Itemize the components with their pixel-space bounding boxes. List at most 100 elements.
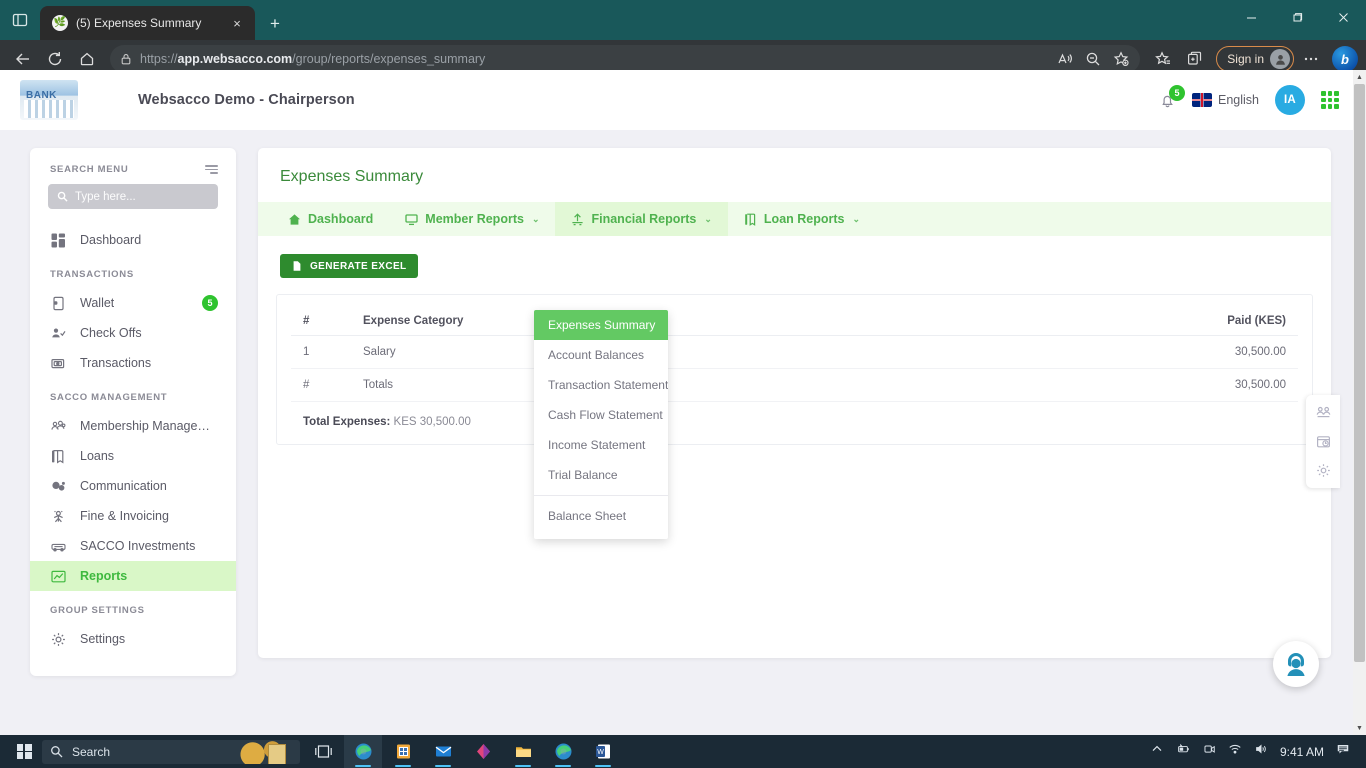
dropdown-item-income-statement[interactable]: Income Statement <box>534 430 668 460</box>
toolbar-row: GENERATE EXCEL <box>258 236 1331 294</box>
bing-chat-icon[interactable]: b <box>1332 46 1358 72</box>
new-tab-button[interactable]: + <box>261 9 289 37</box>
start-button[interactable] <box>6 735 42 768</box>
sidebar-item-reports[interactable]: Reports <box>30 561 236 591</box>
chevron-down-icon: ⌄ <box>704 213 712 224</box>
reports-icon <box>50 568 66 584</box>
search-input[interactable] <box>75 190 209 203</box>
omnibox-actions <box>1052 46 1134 72</box>
edge2-icon[interactable] <box>544 735 582 768</box>
sign-in-button[interactable]: Sign in <box>1216 46 1294 72</box>
dropdown-item-cash-flow-statement[interactable]: Cash Flow Statement <box>534 400 668 430</box>
close-icon[interactable] <box>1320 0 1366 34</box>
browser-tab[interactable]: 🌿 (5) Expenses Summary × <box>40 6 255 40</box>
sidebar-item-dashboard[interactable]: Dashboard <box>30 225 236 255</box>
search-icon <box>51 746 63 758</box>
minimize-icon[interactable] <box>1228 0 1274 34</box>
sidebar-item-badge: 5 <box>202 295 218 311</box>
dropdown-item-expenses-summary[interactable]: Expenses Summary <box>534 310 668 340</box>
sidebar-item-communication[interactable]: Communication <box>30 471 236 501</box>
edge-icon[interactable] <box>344 735 382 768</box>
scroll-down-icon[interactable]: ▼ <box>1353 721 1366 735</box>
sidebar-item-check-offs[interactable]: Check Offs <box>30 318 236 348</box>
address-bar[interactable]: https://app.websacco.com/group/reports/e… <box>110 45 1141 73</box>
sidebar-item-fine-invoicing[interactable]: Fine & Invoicing <box>30 501 236 531</box>
store-icon[interactable] <box>384 735 422 768</box>
support-chat-button[interactable] <box>1273 641 1319 687</box>
close-icon[interactable]: × <box>227 13 247 33</box>
sidebar-item-label: Check Offs <box>80 326 142 340</box>
sidebar-item-label: Communication <box>80 479 167 493</box>
gear-rail-icon[interactable] <box>1316 463 1331 478</box>
apps-grid-icon[interactable] <box>1321 91 1339 109</box>
volume-icon[interactable] <box>1254 742 1268 761</box>
search-icon <box>57 191 68 202</box>
table-cell: 1 <box>291 335 351 369</box>
sidebar-item-label: Fine & Invoicing <box>80 509 169 523</box>
th-paid: Paid (KES) <box>611 307 1298 336</box>
mail-icon[interactable] <box>424 735 462 768</box>
sidebar-item-loans[interactable]: Loans <box>30 441 236 471</box>
camera-icon[interactable] <box>1202 742 1216 761</box>
sidebar-item-settings[interactable]: Settings <box>30 624 236 654</box>
table-row: # Totals 30,500.00 <box>291 368 1298 402</box>
word-icon[interactable]: W <box>584 735 622 768</box>
sidebar-item-transactions[interactable]: Transactions <box>30 348 236 378</box>
office-icon[interactable] <box>464 735 502 768</box>
sidebar-item-label: Wallet <box>80 296 115 310</box>
dropdown-item-trial-balance[interactable]: Trial Balance <box>534 460 668 490</box>
notifications-button[interactable]: 5 <box>1159 84 1185 109</box>
table-cell: # <box>291 368 351 402</box>
dropdown-item-balance-sheet[interactable]: Balance Sheet <box>534 501 668 531</box>
file-explorer-icon[interactable] <box>504 735 542 768</box>
chevron-up-icon[interactable] <box>1150 742 1164 761</box>
taskbar-search-placeholder: Search <box>72 744 111 759</box>
scroll-up-icon[interactable]: ▲ <box>1353 70 1366 84</box>
user-avatar[interactable]: IA <box>1275 85 1305 115</box>
lock-icon <box>120 53 132 65</box>
read-aloud-icon[interactable] <box>1052 46 1078 72</box>
transactions-icon <box>50 355 66 371</box>
home-icon <box>288 213 301 226</box>
maximize-icon[interactable] <box>1274 0 1320 34</box>
notification-center-icon[interactable] <box>1336 742 1350 761</box>
financial-reports-dropdown[interactable]: Expenses Summary Account Balances Transact… <box>534 310 668 539</box>
page-body: SEARCH MENU Dashboard TRANSACTIONS Wallet 5… <box>0 130 1353 676</box>
tab-member-reports[interactable]: Member Reports ⌄ <box>389 202 555 236</box>
tab-actions-icon[interactable] <box>0 0 40 40</box>
menu-collapse-icon[interactable] <box>205 165 218 174</box>
dashboard-icon <box>50 232 66 248</box>
language-selector[interactable]: English <box>1192 93 1259 107</box>
sidebar-search-box[interactable] <box>48 184 218 209</box>
sidebar-item-sacco-investments[interactable]: SACCO Investments <box>30 531 236 561</box>
th-index: # <box>291 307 351 336</box>
sidebar-item-label: Transactions <box>80 356 152 370</box>
tab-financial-reports[interactable]: Financial Reports ⌄ <box>555 202 728 236</box>
taskbar-clock[interactable]: 9:41 AM <box>1280 745 1324 759</box>
taskbar-search[interactable]: Search <box>42 739 300 764</box>
finance-icon <box>571 212 584 226</box>
tab-loan-reports[interactable]: Loan Reports ⌄ <box>728 202 876 236</box>
battery-charging-icon[interactable] <box>1176 742 1190 761</box>
scrollbar-thumb[interactable] <box>1354 84 1365 662</box>
task-view-icon[interactable] <box>304 735 342 768</box>
sidebar-item-label: Membership Managem... <box>80 419 218 433</box>
wifi-icon[interactable] <box>1228 742 1242 761</box>
page-scrollbar[interactable]: ▲ ▼ <box>1353 70 1366 735</box>
tab-label: Dashboard <box>308 212 374 226</box>
total-expenses-line: Total Expenses: KES 30,500.00 <box>291 402 1298 430</box>
generate-excel-button[interactable]: GENERATE EXCEL <box>280 254 418 278</box>
tab-label: Loan Reports <box>763 212 845 226</box>
sidebar-item-membership-managem[interactable]: Membership Managem... <box>30 411 236 441</box>
tab-strip: 🌿 (5) Expenses Summary × + <box>0 0 1366 40</box>
add-favorite-icon[interactable] <box>1108 46 1134 72</box>
tab-dashboard[interactable]: Dashboard <box>272 202 389 236</box>
members-rail-icon[interactable] <box>1316 405 1331 420</box>
members-icon <box>50 418 66 434</box>
investments-icon <box>50 538 66 554</box>
dropdown-item-transaction-statement[interactable]: Transaction Statement <box>534 370 668 400</box>
calendar-clock-rail-icon[interactable] <box>1316 434 1331 449</box>
zoom-icon[interactable] <box>1080 46 1106 72</box>
sidebar-item-wallet[interactable]: Wallet 5 <box>30 288 236 318</box>
dropdown-item-account-balances[interactable]: Account Balances <box>534 340 668 370</box>
